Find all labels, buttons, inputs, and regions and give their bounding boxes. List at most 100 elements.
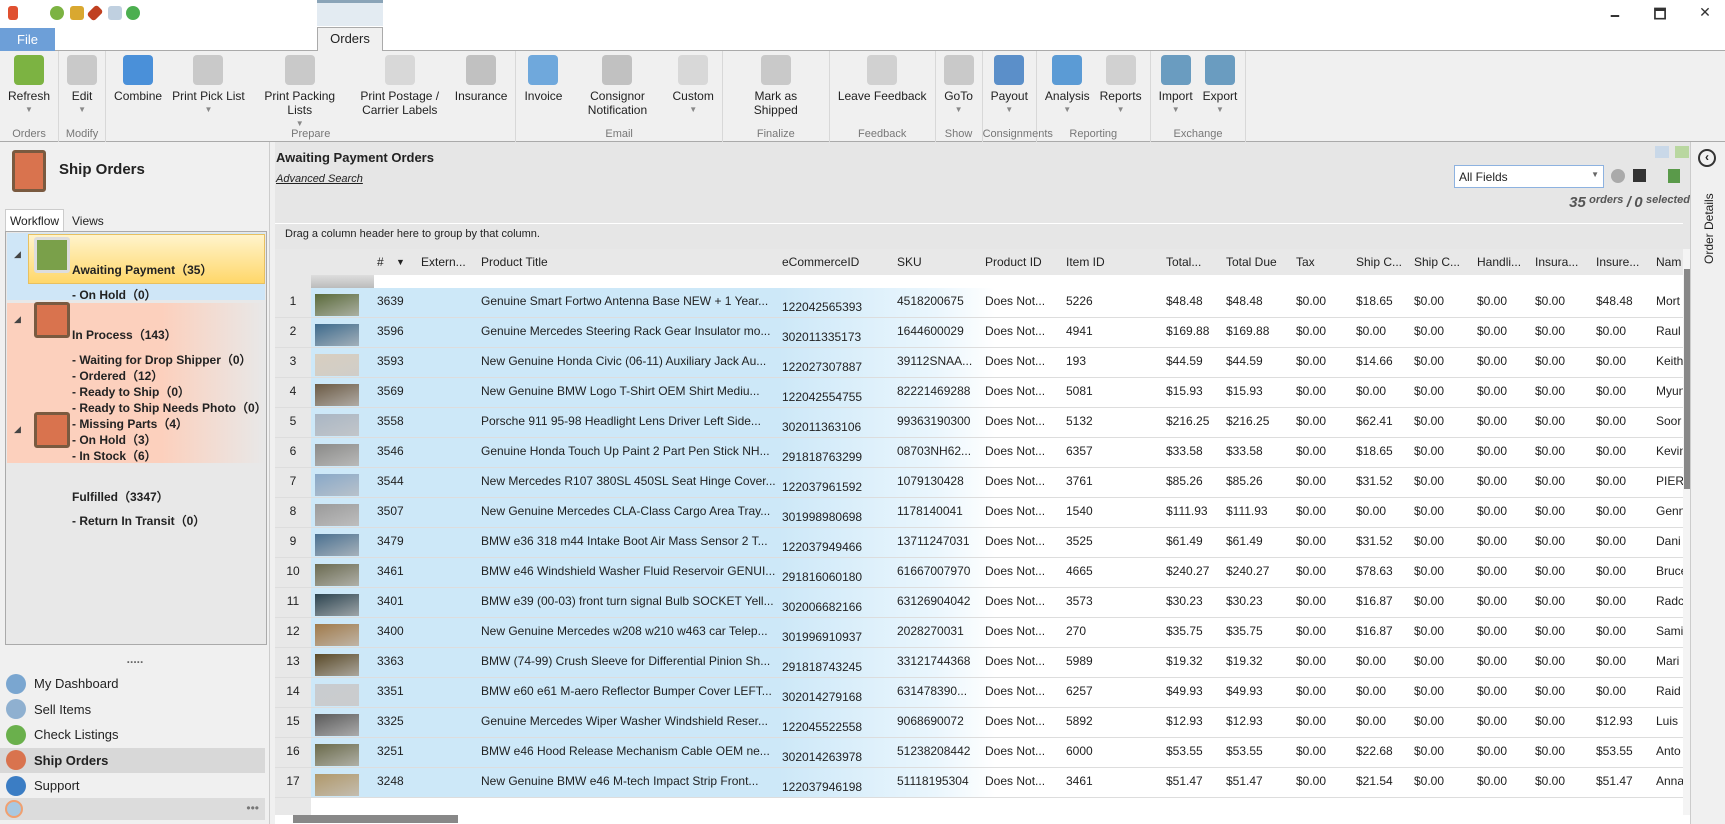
table-row[interactable]: 11 3401 BMW e39 (00-03) front turn signal … [275, 588, 1683, 618]
tree-item-ready-needs-photo[interactable]: - Ready to Ship Needs Photo（0） [72, 399, 267, 416]
collapse-icon[interactable]: ‹ [1698, 149, 1716, 167]
wrench-quick-icon[interactable] [86, 4, 104, 22]
maximize-button[interactable]: 🗖 [1645, 4, 1675, 28]
table-row[interactable]: 15 3325 Genuine Mercedes Wiper Washer Wind… [275, 708, 1683, 738]
nav-item-ship-orders[interactable]: Ship Orders [0, 747, 265, 773]
advanced-search-link[interactable]: Advanced Search [276, 173, 363, 185]
expand-icon[interactable]: ◢ [14, 424, 21, 435]
product-thumbnail[interactable] [315, 774, 359, 796]
column-header-extern[interactable]: Extern... [418, 249, 478, 275]
product-thumbnail[interactable] [315, 324, 359, 346]
nav-item-support[interactable]: Support [0, 773, 265, 798]
table-row[interactable]: 10 3461 BMW e46 Windshield Washer Fluid Re… [275, 558, 1683, 588]
column-header-total-due[interactable]: Total Due [1223, 249, 1293, 275]
table-row[interactable]: 16 3251 BMW e46 Hood Release Mechanism Cab… [275, 738, 1683, 768]
tree-item-awaiting-payment[interactable]: Awaiting Payment（35） [72, 261, 213, 278]
product-thumbnail[interactable] [315, 354, 359, 376]
table-row[interactable]: 13 3363 BMW (74-99) Crush Sleeve for Diffe… [275, 648, 1683, 678]
column-header-insure[interactable]: Insure... [1593, 249, 1653, 275]
column-header-item-id[interactable]: Item ID [1063, 249, 1163, 275]
close-button[interactable]: ✕ [1690, 4, 1720, 21]
horizontal-scrollbar[interactable] [275, 815, 1695, 824]
table-row[interactable]: 8 3507 New Genuine Mercedes CLA-Class Carg… [275, 498, 1683, 528]
column-header-product-title[interactable]: Product Title [478, 249, 779, 275]
horizontal-scrollbar-thumb[interactable] [293, 815, 458, 823]
column-header-handli[interactable]: Handli... [1474, 249, 1532, 275]
nav-item-my-dashboard[interactable]: My Dashboard [0, 671, 265, 696]
product-thumbnail[interactable] [315, 564, 359, 586]
cell-total: $169.88 [1166, 324, 1210, 338]
excel-export-icon[interactable] [1668, 169, 1680, 183]
tree-item-in-stock[interactable]: - In Stock（6） [72, 447, 157, 464]
product-thumbnail[interactable] [315, 654, 359, 676]
tree-item-in-process[interactable]: In Process（143） [72, 326, 177, 343]
column-header-ship-c[interactable]: Ship C... [1411, 249, 1474, 275]
table-row[interactable]: 14 3351 BMW e60 e61 M-aero Reflector Bumpe… [275, 678, 1683, 708]
column-header-total[interactable]: Total... [1163, 249, 1223, 275]
tab-views[interactable]: Views [72, 209, 104, 232]
table-row[interactable]: 2 3596 Genuine Mercedes Steering Rack Gear… [275, 318, 1683, 348]
tree-item-ordered[interactable]: - Ordered（12） [72, 367, 163, 384]
column-header-tax[interactable]: Tax [1293, 249, 1353, 275]
column-header-nam[interactable]: Nam [1653, 249, 1683, 275]
expand-icon[interactable]: ◢ [14, 314, 21, 325]
gear-icon[interactable] [1611, 169, 1625, 183]
grid-view-icon[interactable] [1675, 146, 1689, 158]
search-field-select[interactable]: All Fields ▼ [1454, 165, 1604, 188]
tree-item-waiting-drop-shipper[interactable]: - Waiting for Drop Shipper（0） [72, 351, 252, 368]
sort-desc-icon[interactable]: ▼ [396, 249, 405, 275]
table-row[interactable]: 4 3569 New Genuine BMW Logo T-Shirt OEM Sh… [275, 378, 1683, 408]
tree-item-missing-parts[interactable]: - Missing Parts（4） [72, 415, 188, 432]
product-thumbnail[interactable] [315, 744, 359, 766]
column-header-sku[interactable]: SKU [894, 249, 982, 275]
ribbon-group-show: GoTo ▼ Show [936, 51, 983, 142]
product-thumbnail[interactable] [315, 624, 359, 646]
tree-item-fulfilled[interactable]: Fulfilled（3347） [72, 488, 169, 505]
filter-row-cell[interactable] [311, 275, 374, 288]
table-row[interactable]: 12 3400 New Genuine Mercedes w208 w210 w46… [275, 618, 1683, 648]
column-header-ecommerceid[interactable]: eCommerceID [779, 249, 894, 275]
product-thumbnail[interactable] [315, 504, 359, 526]
save-icon[interactable] [1633, 169, 1646, 182]
column-header-product-id[interactable]: Product ID [982, 249, 1063, 275]
scroll-quick-icon[interactable] [70, 6, 84, 20]
nav-item-sell-items[interactable]: Sell Items [0, 697, 265, 722]
table-row[interactable]: 5 3558 Porsche 911 95-98 Headlight Lens Dr… [275, 408, 1683, 438]
product-thumbnail[interactable] [315, 474, 359, 496]
tab-workflow[interactable]: Workflow [5, 209, 64, 232]
alert-icon[interactable] [5, 800, 23, 818]
product-thumbnail[interactable] [315, 714, 359, 736]
table-row[interactable]: 9 3479 BMW e36 318 m44 Intake Boot Air Mas… [275, 528, 1683, 558]
tree-item-ready-to-ship[interactable]: - Ready to Ship（0） [72, 383, 190, 400]
splitter-handle[interactable]: ..... [0, 652, 270, 666]
minimize-button[interactable]: 🗕 [1600, 4, 1630, 28]
column-header-ship-c[interactable]: Ship C... [1353, 249, 1411, 275]
tree-item-on-hold-2[interactable]: - On Hold（3） [72, 431, 157, 448]
table-row[interactable]: 3 3593 New Genuine Honda Civic (06-11) Aux… [275, 348, 1683, 378]
product-thumbnail[interactable] [315, 414, 359, 436]
tab-orders[interactable]: Orders [317, 27, 383, 51]
table-row[interactable]: 17 3248 New Genuine BMW e46 M-tech Impact … [275, 768, 1683, 798]
product-thumbnail[interactable] [315, 534, 359, 556]
product-thumbnail[interactable] [315, 594, 359, 616]
expand-icon[interactable]: ◢ [14, 249, 21, 260]
table-row[interactable]: 6 3546 Genuine Honda Touch Up Paint 2 Part… [275, 438, 1683, 468]
add-quick-icon[interactable] [126, 6, 140, 20]
more-button[interactable]: ••• [246, 801, 259, 815]
product-thumbnail[interactable] [315, 684, 359, 706]
cell-number: 3558 [377, 414, 404, 428]
tab-file[interactable]: File [0, 28, 55, 51]
table-row[interactable]: 7 3544 New Mercedes R107 380SL 450SL Seat … [275, 468, 1683, 498]
product-thumbnail[interactable] [315, 384, 359, 406]
list-view-icon[interactable] [1655, 146, 1669, 158]
column-header-insura[interactable]: Insura... [1532, 249, 1593, 275]
tree-item-on-hold[interactable]: - On Hold（0） [72, 286, 157, 303]
tree-item-return-in-transit[interactable]: - Return In Transit（0） [72, 512, 205, 529]
refresh-quick-icon[interactable] [50, 6, 64, 20]
product-thumbnail[interactable] [315, 444, 359, 466]
order-details-panel[interactable]: ‹ Order Details [1690, 142, 1725, 824]
table-row[interactable]: 1 3639 Genuine Smart Fortwo Antenna Base N… [275, 288, 1683, 318]
nav-item-check-listings[interactable]: Check Listings [0, 722, 265, 747]
chart-quick-icon[interactable] [108, 6, 122, 20]
product-thumbnail[interactable] [315, 294, 359, 316]
